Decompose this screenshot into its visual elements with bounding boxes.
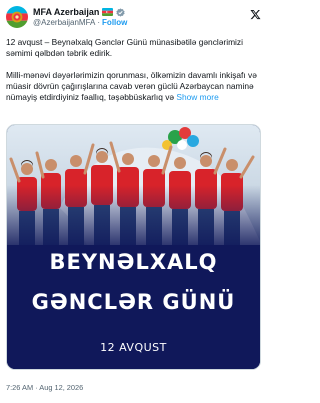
youth-day-photo: [7, 125, 260, 369]
follow-button[interactable]: Follow: [102, 18, 127, 27]
show-more-link[interactable]: Show more: [176, 92, 218, 102]
handle-row: @AzerbaijanMFA · Follow: [33, 18, 127, 27]
gray-verified-badge-icon: [116, 7, 125, 17]
tweet-text-paragraph-2-body: Milli-mənəvi dəyərlərimizin qorunması, ö…: [6, 70, 257, 102]
account-avatar[interactable]: [6, 6, 28, 28]
display-name[interactable]: MFA Azerbaijan: [33, 7, 99, 17]
date-caption: 12 AVQUST: [100, 341, 167, 354]
headline-line-1: BEYNƏLXALQ: [49, 250, 218, 274]
tweet-header: MFA Azerbaijan @AzerbaijanMFA · Follow: [6, 6, 261, 30]
azerbaijan-flag-icon: [102, 8, 114, 16]
tweet-text-paragraph-1: 12 avqust – Beynəlxalq Gənclər Günü müna…: [6, 37, 243, 58]
headline-line-2: GƏNCLƏR GÜNÜ: [31, 290, 236, 314]
dot-separator: ·: [97, 18, 101, 27]
account-handle[interactable]: @AzerbaijanMFA: [33, 18, 95, 27]
tweet-media-image[interactable]: BEYNƏLXALQ GƏNCLƏR GÜNÜ 12 AVQUST: [6, 124, 261, 370]
x-logo-icon[interactable]: [250, 7, 261, 20]
display-name-row: MFA Azerbaijan: [33, 7, 125, 17]
azerbaijan-emblem-icon: [6, 6, 28, 28]
tweet-text-paragraph-2: Milli-mənəvi dəyərlərimizin qorunması, ö…: [6, 70, 261, 103]
tweet-timestamp[interactable]: 7:26 AM · Aug 12, 2026: [6, 383, 83, 392]
